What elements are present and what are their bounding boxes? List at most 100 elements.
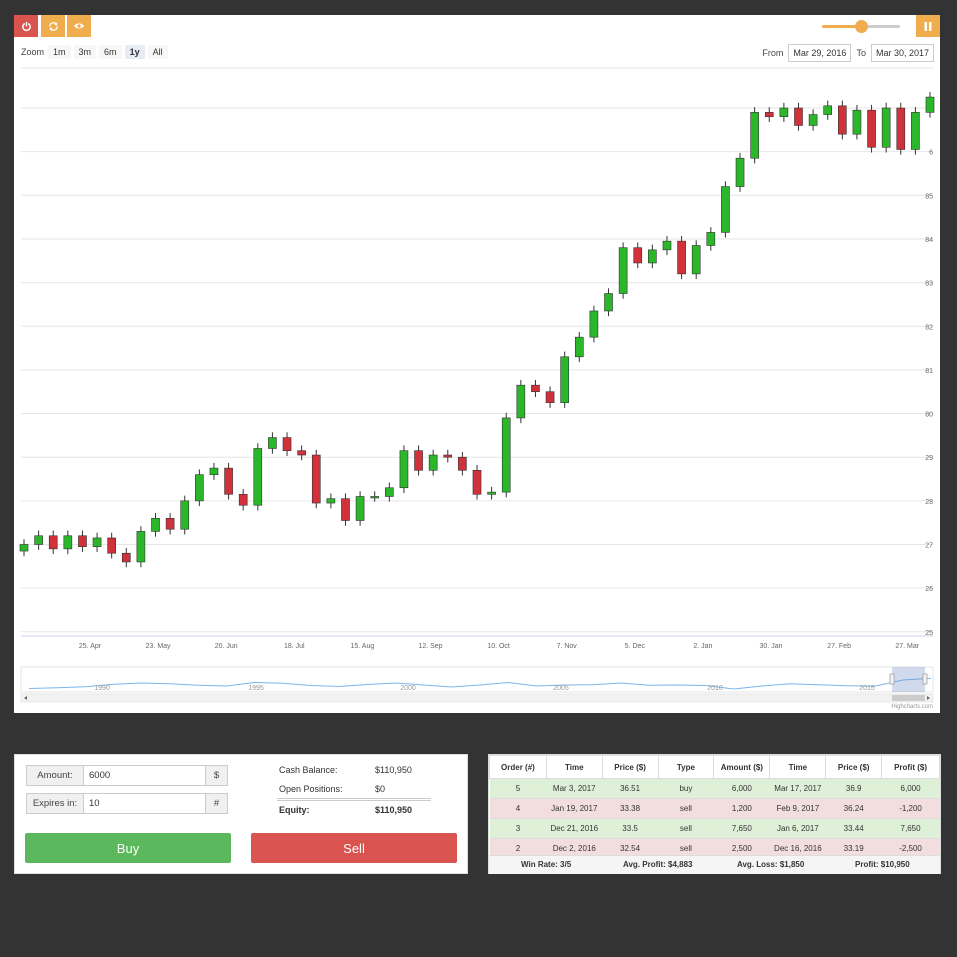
header-amount[interactable]: Amount ($) — [713, 755, 771, 779]
candle[interactable] — [794, 102, 803, 131]
candle[interactable] — [516, 379, 526, 424]
candle[interactable] — [326, 493, 336, 509]
sell-button[interactable]: Sell — [251, 833, 457, 863]
candle[interactable] — [545, 386, 555, 408]
candle[interactable] — [414, 445, 423, 476]
candle-body — [326, 498, 336, 504]
header-open-time[interactable]: Time — [545, 755, 603, 779]
table-row[interactable]: 4 Jan 19, 2017 33.38 sell 1,200 Feb 9, 2… — [489, 798, 940, 819]
candle[interactable] — [838, 100, 847, 140]
candle[interactable] — [472, 465, 482, 500]
candle[interactable] — [501, 412, 511, 498]
candle[interactable] — [925, 91, 935, 118]
candle[interactable] — [311, 449, 321, 509]
x-tick-label: 5. Dec — [625, 643, 646, 650]
candle[interactable] — [574, 331, 584, 363]
candle[interactable] — [896, 102, 906, 155]
candle[interactable] — [107, 532, 116, 559]
candle[interactable] — [823, 100, 833, 120]
candle[interactable] — [355, 491, 365, 526]
candle[interactable] — [151, 513, 160, 537]
candle[interactable] — [808, 109, 818, 131]
candle[interactable] — [78, 530, 87, 552]
candle[interactable] — [195, 469, 204, 507]
navigator-scrollbar[interactable] — [20, 693, 934, 703]
navigator-handle-left[interactable] — [889, 673, 895, 685]
y-tick-label: 29 — [925, 455, 933, 462]
candle[interactable] — [677, 235, 686, 280]
header-order[interactable]: Order (#) — [489, 755, 547, 779]
candle[interactable] — [735, 152, 745, 192]
candle[interactable] — [691, 240, 701, 280]
order-amount: 6,000 — [713, 778, 770, 799]
candle-body — [136, 531, 146, 563]
candle[interactable] — [238, 489, 248, 511]
candle[interactable] — [63, 530, 73, 555]
candle[interactable] — [604, 288, 613, 317]
table-row[interactable]: 5 Mar 3, 2017 36.51 buy 6,000 Mar 17, 20… — [489, 778, 940, 799]
buy-button[interactable]: Buy — [25, 833, 231, 863]
header-profit[interactable]: Profit ($) — [881, 755, 940, 779]
candle[interactable] — [721, 181, 730, 238]
header-close-price[interactable]: Price ($) — [825, 755, 883, 779]
header-type[interactable]: Type — [657, 755, 715, 779]
candle[interactable] — [92, 532, 102, 552]
header-open-price[interactable]: Price ($) — [601, 755, 659, 779]
candle[interactable] — [48, 530, 58, 555]
candle[interactable] — [136, 526, 146, 568]
candle[interactable] — [867, 104, 876, 153]
candle[interactable] — [487, 486, 496, 500]
candle[interactable] — [282, 432, 292, 456]
expires-input[interactable]: 10 — [84, 793, 206, 814]
orders-table: Order (#) Time Price ($) Type Amount ($)… — [489, 755, 940, 858]
y-tick-label: 27 — [925, 543, 933, 550]
candle[interactable] — [428, 449, 438, 476]
candle[interactable] — [297, 445, 306, 461]
candle[interactable] — [399, 445, 409, 493]
candle[interactable] — [852, 104, 862, 140]
candle[interactable] — [764, 107, 774, 122]
candle[interactable] — [209, 462, 219, 480]
candle-body — [677, 240, 686, 275]
price-chart[interactable]: 8768584838281802928272625 25. Apr23. May… — [14, 15, 940, 713]
navigator-scrollbar-thumb[interactable] — [892, 695, 925, 701]
candle[interactable] — [911, 107, 920, 155]
candle[interactable] — [385, 482, 394, 502]
candle[interactable] — [648, 244, 657, 269]
header-close-time[interactable]: Time — [769, 755, 827, 779]
candle[interactable] — [560, 351, 569, 408]
candle-body — [794, 107, 803, 126]
candle[interactable] — [19, 539, 29, 557]
candle-body — [19, 544, 29, 552]
trade-panel: Amount: 6000 $ Expires in: 10 # Cash Bal… — [14, 754, 468, 874]
candle[interactable] — [531, 379, 540, 397]
candle[interactable] — [589, 305, 599, 343]
navigator-handle-right[interactable] — [922, 673, 928, 685]
candle[interactable] — [165, 513, 175, 535]
highcharts-credit[interactable]: Highcharts.com — [891, 704, 933, 710]
candle[interactable] — [458, 451, 467, 476]
table-row[interactable]: 3 Dec 21, 2016 33.5 sell 7,650 Jan 6, 20… — [489, 818, 940, 839]
amount-input[interactable]: 6000 — [84, 765, 206, 786]
amount-label: Amount: — [26, 765, 84, 786]
navigator[interactable] — [20, 666, 934, 693]
candle[interactable] — [633, 242, 643, 269]
candle[interactable] — [268, 432, 277, 454]
candle[interactable] — [341, 493, 350, 526]
equity-divider — [277, 798, 431, 801]
candle[interactable] — [618, 242, 628, 299]
candle[interactable] — [706, 227, 716, 251]
candle[interactable] — [224, 462, 233, 500]
candle[interactable] — [121, 547, 131, 568]
candle[interactable] — [370, 491, 380, 502]
candle[interactable] — [750, 107, 759, 164]
candle[interactable] — [443, 449, 453, 463]
candle[interactable] — [34, 530, 43, 550]
candle[interactable] — [881, 102, 891, 153]
candle-body — [107, 537, 116, 554]
candle-body — [370, 496, 380, 499]
navigator-mask[interactable] — [892, 667, 925, 692]
candle[interactable] — [180, 495, 190, 535]
candle[interactable] — [253, 443, 263, 511]
candle[interactable] — [779, 102, 789, 122]
